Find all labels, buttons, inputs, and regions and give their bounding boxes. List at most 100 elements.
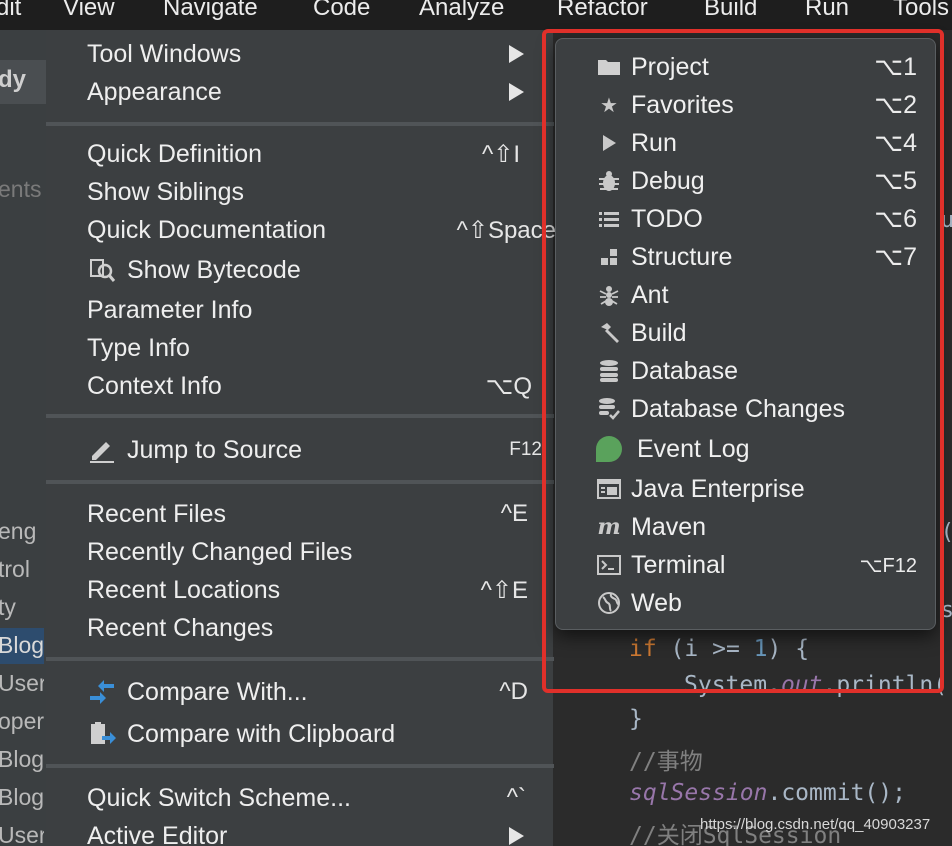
menu-edit[interactable]: dit	[0, 0, 21, 22]
submenu-item-label: Event Log	[637, 434, 750, 463]
menu-item-label: Recent Locations	[87, 575, 281, 604]
menu-item-recent-changes[interactable]: Recent Changes	[46, 609, 554, 647]
bytecode-icon	[86, 254, 118, 286]
submenu-item-maven[interactable]: m Maven	[556, 508, 937, 546]
submenu-item-structure[interactable]: Structure ⌥7	[556, 238, 937, 276]
tree-fragment: User	[0, 822, 44, 846]
menu-item-label: Recent Changes	[87, 613, 274, 642]
hammer-icon	[594, 318, 624, 348]
tree-fragment: Blog	[0, 784, 44, 810]
menu-build[interactable]: Build	[704, 0, 757, 22]
shortcut-label: ⌥6	[874, 205, 917, 233]
menu-separator	[46, 414, 554, 418]
submenu-item-database[interactable]: Database	[556, 352, 937, 390]
submenu-item-run[interactable]: Run ⌥4	[556, 124, 937, 162]
shortcut-label: ^⇧E	[480, 576, 528, 604]
menu-tools[interactable]: Tools	[893, 0, 949, 22]
menu-item-active-editor[interactable]: Active Editor	[46, 817, 554, 846]
menu-separator	[46, 122, 554, 126]
shortcut-label: F12	[509, 439, 542, 460]
watermark: https://blog.csdn.net/qq_40903237	[700, 816, 931, 833]
menu-separator	[46, 480, 554, 484]
menu-refactor[interactable]: Refactor	[557, 0, 648, 22]
maven-icon: m	[597, 514, 621, 540]
tree-fragment: ents	[0, 176, 42, 202]
submenu-item-web[interactable]: Web	[556, 584, 937, 622]
menu-view[interactable]: View	[63, 0, 115, 22]
menu-item-label: Recent Files	[87, 499, 226, 528]
submenu-item-debug[interactable]: Debug ⌥5	[556, 162, 937, 200]
code-line-println: System.out.println(	[684, 672, 948, 698]
menu-item-compare-with[interactable]: Compare With... ^D	[46, 673, 554, 711]
bug-icon	[594, 166, 624, 196]
shortcut-label: ^⇧Space	[456, 216, 556, 244]
menu-item-label: Show Siblings	[87, 177, 245, 206]
menu-item-label: Active Editor	[87, 821, 228, 846]
list-icon	[594, 204, 624, 234]
shortcut-label: ^E	[500, 500, 528, 527]
pencil-icon	[86, 434, 118, 466]
menu-item-recent-locations[interactable]: Recent Locations ^⇧E	[46, 571, 554, 609]
submenu-item-build[interactable]: Build	[556, 314, 937, 352]
menu-item-quick-definition[interactable]: Quick Definition ^⇧I	[46, 135, 554, 173]
submenu-item-label: Database	[631, 356, 739, 385]
menu-navigate[interactable]: Navigate	[163, 0, 258, 22]
menu-item-compare-with-clipboard[interactable]: Compare with Clipboard	[46, 715, 554, 753]
breadcrumb-label: dy	[0, 66, 27, 93]
folder-icon	[594, 52, 624, 82]
submenu-item-ant[interactable]: Ant	[556, 276, 937, 314]
view-menu: Tool Windows Appearance Quick Definition…	[46, 30, 556, 846]
submenu-item-label: Build	[631, 318, 687, 347]
submenu-arrow-icon	[509, 827, 524, 845]
menu-item-appearance[interactable]: Appearance	[46, 73, 554, 111]
menu-item-quick-switch-scheme[interactable]: Quick Switch Scheme... ^`	[46, 779, 554, 817]
code-comment: //事物	[629, 749, 703, 775]
submenu-item-favorites[interactable]: ★ Favorites ⌥2	[556, 86, 937, 124]
menu-item-recently-changed-files[interactable]: Recently Changed Files	[46, 533, 554, 571]
submenu-item-label: Maven	[631, 512, 707, 541]
menu-item-context-info[interactable]: Context Info ⌥Q	[46, 367, 554, 405]
menu-analyze[interactable]: Analyze	[419, 0, 504, 22]
star-icon: ★	[600, 94, 618, 117]
clipboard-compare-icon	[86, 718, 118, 750]
code-line-close: }	[629, 706, 643, 732]
submenu-item-label: Terminal	[631, 550, 726, 579]
submenu-item-todo[interactable]: TODO ⌥6	[556, 200, 937, 238]
menu-item-jump-to-source[interactable]: Jump to Source F12	[46, 431, 554, 469]
menu-run[interactable]: Run	[805, 0, 849, 22]
menu-item-label: Recently Changed Files	[87, 537, 353, 566]
menu-item-label: Quick Documentation	[87, 215, 327, 244]
submenu-item-label: TODO	[631, 204, 703, 233]
tree-fragment: eng	[0, 518, 37, 544]
menu-item-recent-files[interactable]: Recent Files ^E	[46, 495, 554, 533]
tree-fragment: ty	[0, 594, 16, 620]
submenu-item-event-log[interactable]: Event Log	[556, 430, 937, 468]
tree-fragment: oper	[0, 708, 44, 734]
tree-fragment-selected: Blog	[0, 628, 44, 664]
menu-item-quick-documentation[interactable]: Quick Documentation ^⇧Space	[46, 211, 556, 249]
compare-icon	[86, 676, 118, 708]
shortcut-label: ⌥Q	[485, 372, 532, 400]
menu-item-show-bytecode[interactable]: Show Bytecode	[46, 251, 554, 289]
event-log-icon	[594, 434, 624, 464]
menu-item-tool-windows[interactable]: Tool Windows	[46, 35, 554, 73]
menu-separator	[46, 657, 554, 661]
tool-windows-submenu: Project ⌥1 ★ Favorites ⌥2 Run ⌥4 Debug ⌥…	[555, 38, 936, 630]
menu-item-label: Compare With...	[127, 677, 308, 706]
menu-item-label: Type Info	[87, 333, 190, 362]
java-enterprise-icon	[594, 474, 624, 504]
code-line-commit: sqlSession.commit();	[629, 780, 906, 806]
code-fragment: (	[941, 520, 952, 545]
menu-item-type-info[interactable]: Type Info	[46, 329, 554, 367]
menu-item-show-siblings[interactable]: Show Siblings	[46, 173, 554, 211]
shortcut-label: ⌥2	[874, 91, 917, 119]
submenu-item-database-changes[interactable]: Database Changes	[556, 390, 937, 428]
menu-item-label: Show Bytecode	[127, 255, 301, 284]
menu-code[interactable]: Code	[313, 0, 370, 22]
submenu-item-label: Web	[631, 588, 682, 617]
menu-item-parameter-info[interactable]: Parameter Info	[46, 291, 554, 329]
submenu-item-java-enterprise[interactable]: Java Enterprise	[556, 470, 937, 508]
submenu-item-terminal[interactable]: Terminal ⌥F12	[556, 546, 937, 584]
submenu-item-project[interactable]: Project ⌥1	[556, 48, 937, 86]
structure-icon	[594, 242, 624, 272]
